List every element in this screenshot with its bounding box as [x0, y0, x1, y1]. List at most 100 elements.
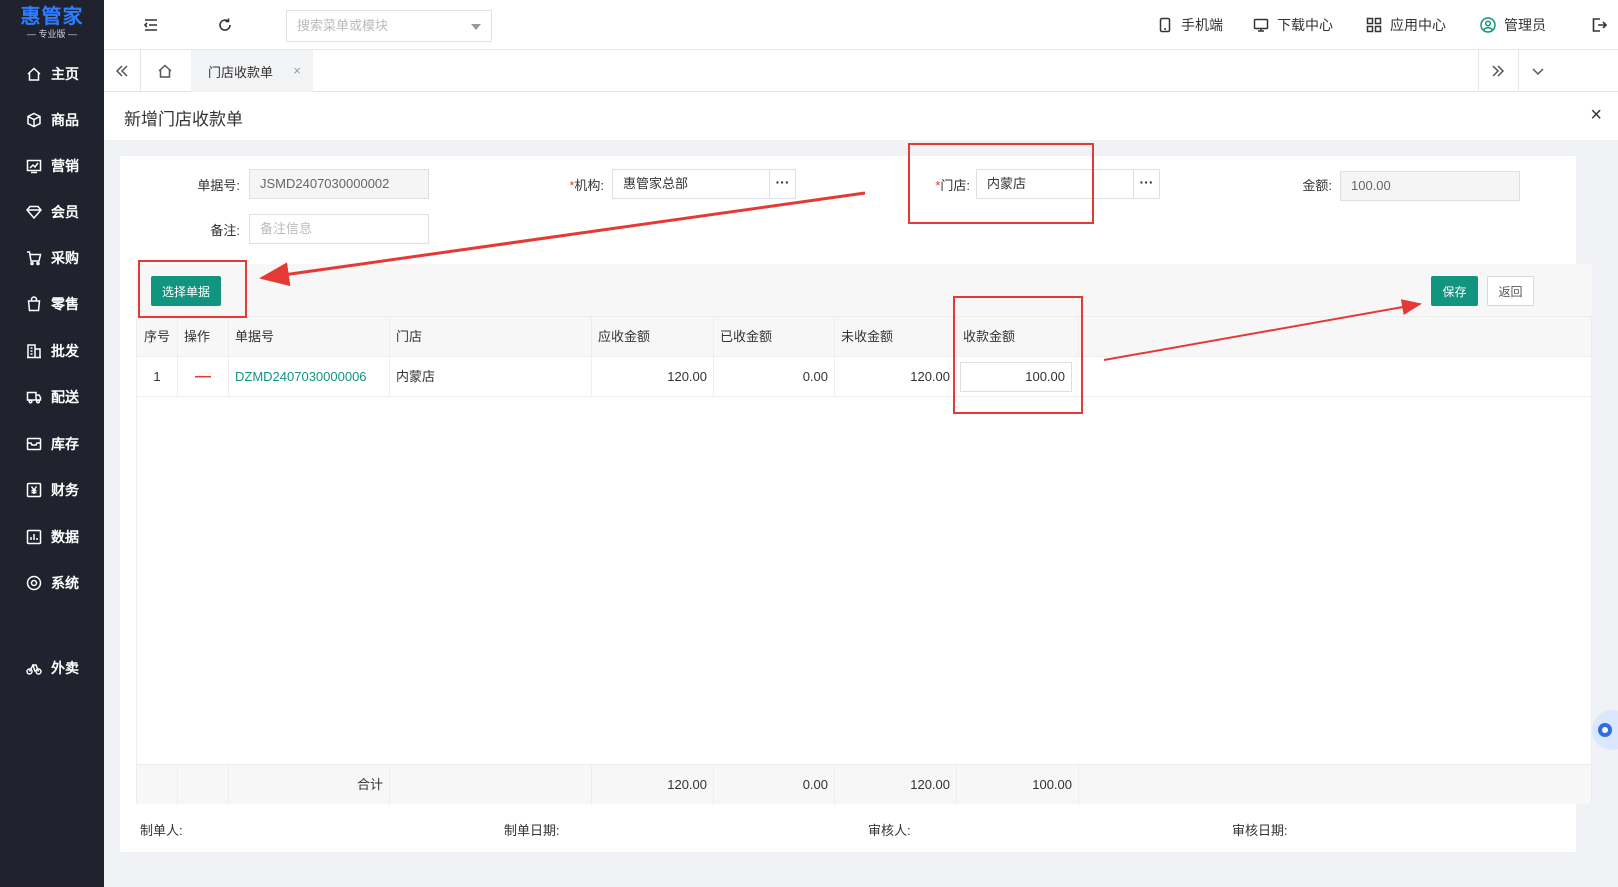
sidebar-item-label: 财务 — [51, 482, 79, 498]
sidebar-item-finance[interactable]: 财务 — [0, 470, 104, 510]
table-row: 1 — DZMD2407030000006 内蒙店 120.00 0.00 12… — [137, 357, 1591, 397]
sidebar-item-label: 系统 — [51, 575, 79, 591]
tab-label: 门店收款单 — [208, 64, 274, 80]
col-doc-no: 单据号 — [229, 317, 390, 357]
page-close-icon[interactable]: × — [1590, 104, 1602, 127]
settings-icon — [26, 575, 42, 591]
menu-collapse-icon[interactable] — [142, 16, 160, 34]
sidebar-item-retail[interactable]: 零售 — [0, 284, 104, 324]
delete-row-button[interactable]: — — [178, 357, 229, 397]
sidebar-item-marketing[interactable]: 营销 — [0, 146, 104, 186]
logo-brand: 惠管家 — [20, 6, 84, 28]
refresh-icon[interactable] — [216, 16, 234, 34]
monitor-icon — [1253, 17, 1269, 33]
top-header: 搜索菜单或模块 手机端 下载中心 应用中心 管理员 — [104, 0, 1618, 50]
divider — [1518, 50, 1519, 92]
org-label-text: 机构: — [574, 178, 604, 193]
foot-unreceived: 120.00 — [835, 765, 957, 805]
logo-edition: — 专业版 — — [26, 29, 77, 39]
sidebar-item-label: 库存 — [51, 436, 79, 452]
make-date-label: 制单日期: — [504, 823, 560, 838]
back-button[interactable]: 返回 — [1487, 276, 1534, 306]
org-label: *机构: — [540, 175, 604, 194]
building-icon — [26, 343, 42, 359]
user-menu[interactable]: 管理员 — [1480, 15, 1546, 35]
sidebar-item-label: 营销 — [51, 158, 79, 174]
row-receivable: 120.00 — [592, 357, 714, 397]
menu-search-placeholder: 搜索菜单或模块 — [297, 18, 389, 33]
audit-date-label: 审核日期: — [1232, 823, 1288, 838]
logo[interactable]: 惠管家 — 专业版 — — [0, 0, 104, 46]
mobile-link[interactable]: 手机端 — [1157, 15, 1223, 35]
row-seq: 1 — [137, 357, 178, 397]
tab-home[interactable] — [147, 50, 183, 92]
col-store: 门店 — [390, 317, 592, 357]
col-unreceived: 未收金额 — [835, 317, 957, 357]
row-doc-no-link[interactable]: DZMD2407030000006 — [229, 357, 390, 397]
sidebar-item-inventory[interactable]: 库存 — [0, 424, 104, 464]
sidebar-item-label: 主页 — [51, 66, 79, 82]
save-button[interactable]: 保存 — [1431, 276, 1478, 306]
sidebar-item-purchase[interactable]: 采购 — [0, 238, 104, 278]
chevron-down-icon — [1532, 68, 1544, 76]
grid-toolbar — [136, 264, 1592, 316]
receipt-grid: 序号 操作 单据号 门店 应收金额 已收金额 未收金额 收款金额 1 — DZM… — [136, 316, 1592, 805]
foot-blank — [137, 765, 178, 805]
tabs-dropdown-button[interactable] — [1522, 50, 1554, 92]
remark-input[interactable]: 备注信息 — [249, 214, 429, 244]
annotation-box-select — [138, 260, 247, 318]
row-received: 0.00 — [714, 357, 835, 397]
tab-store-receipt[interactable]: 门店收款单 × — [191, 50, 313, 92]
sidebar: 惠管家 — 专业版 — 主页 商品 营销 会员 采购 零售 批发 配送 库存 财… — [0, 0, 104, 887]
menu-search-select[interactable]: 搜索菜单或模块 — [286, 10, 492, 42]
sidebar-item-data[interactable]: 数据 — [0, 517, 104, 557]
download-center-link[interactable]: 下载中心 — [1253, 15, 1333, 35]
org-field[interactable]: 惠管家总部 — [612, 169, 770, 199]
mobile-link-label: 手机端 — [1181, 17, 1223, 33]
doc-no-field: JSMD2407030000002 — [249, 169, 429, 199]
foot-blank — [390, 765, 592, 805]
tabs-scroll-right-button[interactable] — [1478, 50, 1518, 92]
page-header: 新增门店收款单 × — [104, 92, 1618, 140]
maker-label: 制单人: — [140, 823, 183, 838]
tab-close-icon[interactable]: × — [293, 63, 301, 78]
grid-header: 序号 操作 单据号 门店 应收金额 已收金额 未收金额 收款金额 — [137, 317, 1591, 357]
annotation-box-store — [908, 143, 1094, 224]
sidebar-item-takeout[interactable]: 外卖 — [0, 648, 104, 688]
store-picker-button[interactable]: ··· — [1134, 169, 1160, 199]
foot-blank — [178, 765, 229, 805]
sidebar-item-label: 商品 — [51, 112, 79, 128]
app-center-link[interactable]: 应用中心 — [1366, 15, 1446, 35]
sidebar-item-member[interactable]: 会员 — [0, 192, 104, 232]
tab-bar: 门店收款单 × — [104, 50, 1618, 92]
foot-collect: 100.00 — [957, 765, 1079, 805]
org-picker-button[interactable]: ··· — [770, 169, 796, 199]
user-name: 管理员 — [1504, 17, 1546, 33]
sidebar-item-label: 数据 — [51, 529, 79, 545]
sidebar-item-home[interactable]: 主页 — [0, 54, 104, 94]
home-icon — [158, 64, 172, 78]
assistant-float-button[interactable] — [1588, 690, 1618, 760]
phone-icon — [1157, 17, 1173, 33]
truck-icon — [26, 389, 42, 405]
inbox-icon — [26, 436, 42, 452]
chart-icon — [26, 158, 42, 174]
sidebar-item-goods[interactable]: 商品 — [0, 100, 104, 140]
cart-icon — [26, 250, 42, 266]
double-chevron-right-icon — [1492, 65, 1505, 77]
box-icon — [26, 112, 42, 128]
data-icon — [26, 529, 42, 545]
sidebar-item-wholesale[interactable]: 批发 — [0, 331, 104, 371]
sidebar-item-label: 采购 — [51, 250, 79, 266]
sidebar-item-label: 外卖 — [51, 660, 79, 676]
doc-no-label: 单据号: — [197, 178, 240, 193]
annotation-box-collect — [953, 296, 1083, 414]
foot-total-label: 合计 — [229, 765, 390, 805]
sidebar-item-delivery[interactable]: 配送 — [0, 377, 104, 417]
foot-receivable: 120.00 — [592, 765, 714, 805]
logout-icon[interactable] — [1590, 16, 1608, 34]
download-center-label: 下载中心 — [1277, 17, 1333, 33]
divider — [140, 50, 141, 92]
sidebar-item-system[interactable]: 系统 — [0, 563, 104, 603]
tabs-scroll-left-button[interactable] — [104, 50, 140, 92]
